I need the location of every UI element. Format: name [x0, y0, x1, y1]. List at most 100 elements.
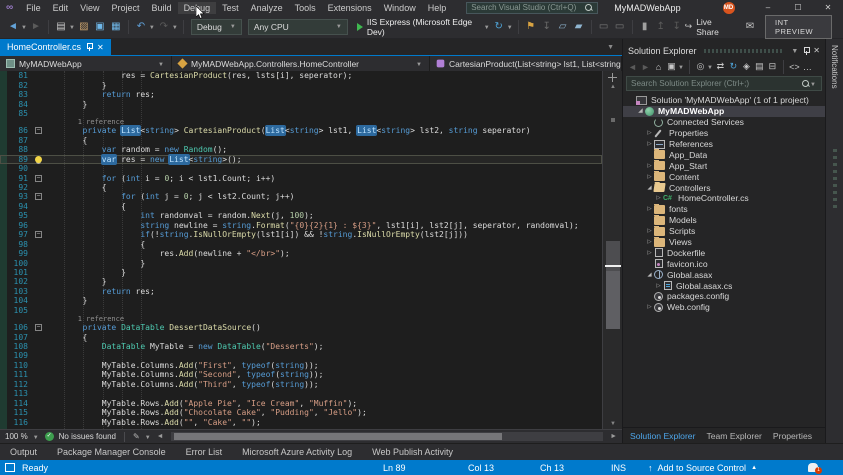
nav-backward-icon[interactable]: ◄ [6, 19, 20, 35]
menu-file[interactable]: File [20, 2, 47, 14]
tab-close-icon[interactable]: ✕ [97, 43, 104, 52]
menu-edit[interactable]: Edit [47, 2, 75, 14]
tab-homecontroller[interactable]: HomeController.cs ✕ [0, 39, 111, 55]
code-editor[interactable]: 81 res = CartesianProduct(res, lsts[i], … [0, 71, 602, 429]
tab-list-chevron-icon[interactable]: ▼ [607, 44, 614, 51]
split-editor-grip-icon[interactable] [608, 73, 617, 82]
code-line[interactable]: 115 MyTable.Rows.Add("Chocolate Cake", "… [0, 408, 602, 417]
code-line[interactable]: 97– if(!string.IsNullOrEmpty(lst1[i]) &&… [0, 230, 602, 239]
platform-dropdown[interactable]: Any CPU▼ [248, 19, 348, 35]
tree-item-views[interactable]: ▷Views [623, 237, 825, 248]
status-character[interactable]: Ch 13 [540, 460, 564, 475]
solution-explorer-search[interactable]: Search Solution Explorer (Ctrl+;) ▼ [626, 76, 822, 91]
bookmark-icon[interactable]: ▮ [638, 19, 652, 35]
breadcrumb-member-dropdown[interactable]: CartesianProduct(List<string> lst1, List… [430, 56, 622, 71]
tree-item-web-config[interactable]: ▷Web.config [623, 302, 825, 313]
tree-item-mymadwebapp[interactable]: ◢MyMADWebApp [623, 106, 825, 117]
codelens-references[interactable]: 1 reference [44, 118, 124, 126]
scroll-right-icon[interactable]: ► [610, 433, 617, 440]
tab-team-explorer[interactable]: Team Explorer [706, 431, 761, 441]
open-file-icon[interactable]: ▨ [77, 19, 91, 35]
fold-margin[interactable]: – [33, 127, 44, 134]
menu-tools[interactable]: Tools [289, 2, 322, 14]
lightbulb-margin[interactable] [33, 156, 44, 163]
menu-analyze[interactable]: Analyze [245, 2, 289, 14]
code-line[interactable]: 100 } [0, 258, 602, 267]
tree-item-connected-services[interactable]: Connected Services [623, 117, 825, 128]
code-line[interactable]: 86– private List<string> CartesianProduc… [0, 126, 602, 135]
home-icon[interactable]: ⌂ [652, 60, 665, 73]
pin-icon[interactable] [803, 47, 809, 55]
next-bookmark-icon[interactable]: ↧ [670, 19, 684, 35]
pin-icon[interactable] [86, 43, 92, 51]
code-line[interactable]: 110 MyTable.Columns.Add("First", typeof(… [0, 361, 602, 370]
codelens-references[interactable]: 1 reference [44, 315, 124, 323]
lightbulb-icon[interactable] [35, 156, 42, 163]
window-position-chevron-icon[interactable]: ▼ [791, 48, 798, 55]
tree-item-controllers[interactable]: ◢Controllers [623, 182, 825, 193]
menu-view[interactable]: View [74, 2, 105, 14]
quick-launch-search[interactable]: Search Visual Studio (Ctrl+Q) [466, 2, 598, 14]
step-into-icon[interactable]: ↧ [540, 19, 554, 35]
code-line[interactable]: 98 { [0, 239, 602, 248]
code-line[interactable]: 89 var res = new List<string>(); [0, 155, 602, 164]
configuration-dropdown[interactable]: Debug▼ [191, 19, 242, 35]
collapsed-arrow-icon[interactable]: ▷ [654, 195, 663, 201]
user-avatar[interactable]: MD [723, 2, 735, 14]
add-to-source-control-button[interactable]: ↑ Add to Source Control ▲ [648, 460, 757, 475]
tree-item-properties[interactable]: ▷Properties [623, 128, 825, 139]
tree-item-fonts[interactable]: ▷fonts [623, 204, 825, 215]
live-share-button[interactable]: ↪ Live Share [685, 17, 730, 37]
pending-changes-filter-icon[interactable]: ◎ [694, 60, 707, 73]
code-line[interactable]: 90 [0, 164, 602, 173]
track-changes-icon[interactable]: ✎ [133, 432, 140, 441]
expanded-arrow-icon[interactable]: ◢ [636, 108, 645, 114]
tree-item-app-data[interactable]: App_Data [623, 149, 825, 160]
panel-drag-texture[interactable] [704, 49, 785, 53]
panel-tab-output[interactable]: Output [10, 447, 37, 457]
panel-tab-microsoft-azure-activity-log[interactable]: Microsoft Azure Activity Log [242, 447, 352, 457]
code-line[interactable]: 112 MyTable.Columns.Add("Third", typeof(… [0, 380, 602, 389]
int-preview-button[interactable]: INT PREVIEW [765, 15, 832, 39]
code-line[interactable]: 85 [0, 109, 602, 118]
nav-forward-icon[interactable]: ► [29, 19, 43, 35]
collapsed-arrow-icon[interactable]: ▷ [645, 304, 654, 310]
minimize-button[interactable]: – [753, 0, 783, 15]
feedback-icon[interactable]: ✉ [743, 19, 757, 35]
new-file-icon[interactable]: ▤ [54, 19, 68, 35]
codelens-row[interactable]: 1 reference [0, 118, 602, 126]
fold-margin[interactable]: – [33, 193, 44, 200]
save-all-icon[interactable]: ▦ [109, 19, 123, 35]
code-line[interactable]: 113 [0, 389, 602, 398]
code-line[interactable]: 92 { [0, 183, 602, 192]
expanded-arrow-icon[interactable]: ◢ [645, 272, 654, 278]
close-button[interactable]: ✕ [813, 0, 843, 15]
tab-properties[interactable]: Properties [773, 431, 812, 441]
tree-item-scripts[interactable]: ▷Scripts [623, 226, 825, 237]
fold-collapse-icon[interactable]: – [35, 175, 42, 182]
code-line[interactable]: 87 { [0, 136, 602, 145]
code-line[interactable]: 103 return res; [0, 287, 602, 296]
tree-item-homecontroller-cs[interactable]: ▷C#HomeController.cs [623, 193, 825, 204]
collapsed-arrow-icon[interactable]: ▷ [645, 206, 654, 212]
prev-bookmark-icon[interactable]: ↥ [654, 19, 668, 35]
status-line[interactable]: Ln 89 [383, 460, 406, 475]
code-line[interactable]: 93– for (int j = 0; j < lst2.Count; j++) [0, 192, 602, 201]
collapsed-arrow-icon[interactable]: ▷ [645, 239, 654, 245]
code-line[interactable]: 102 } [0, 277, 602, 286]
tab-solution-explorer[interactable]: Solution Explorer [630, 431, 695, 441]
collapsed-arrow-icon[interactable]: ▷ [645, 163, 654, 169]
tab-notifications[interactable]: Notifications [830, 45, 839, 89]
collapse-all-icon[interactable]: ⊟ [766, 60, 779, 73]
show-all-files-icon[interactable]: ▤ [753, 60, 766, 73]
tree-item-content[interactable]: ▷Content [623, 171, 825, 182]
switch-views-icon[interactable]: ▣ [665, 60, 678, 73]
code-line[interactable]: 108 DataTable MyTable = new DataTable("D… [0, 342, 602, 351]
code-line[interactable]: 83 return res; [0, 90, 602, 99]
code-line[interactable]: 95 int randomval = random.Next(j, 100); [0, 211, 602, 220]
scroll-left-icon[interactable]: ◄ [157, 433, 164, 440]
notifications-bell-button[interactable]: 1 [808, 460, 818, 475]
tree-item-app-start[interactable]: ▷App_Start [623, 160, 825, 171]
tree-item-solution-mymadwebapp-1-of-1-project-[interactable]: Solution 'MyMADWebApp' (1 of 1 project) [623, 95, 825, 106]
code-line[interactable]: 111 MyTable.Columns.Add("Second", typeof… [0, 370, 602, 379]
